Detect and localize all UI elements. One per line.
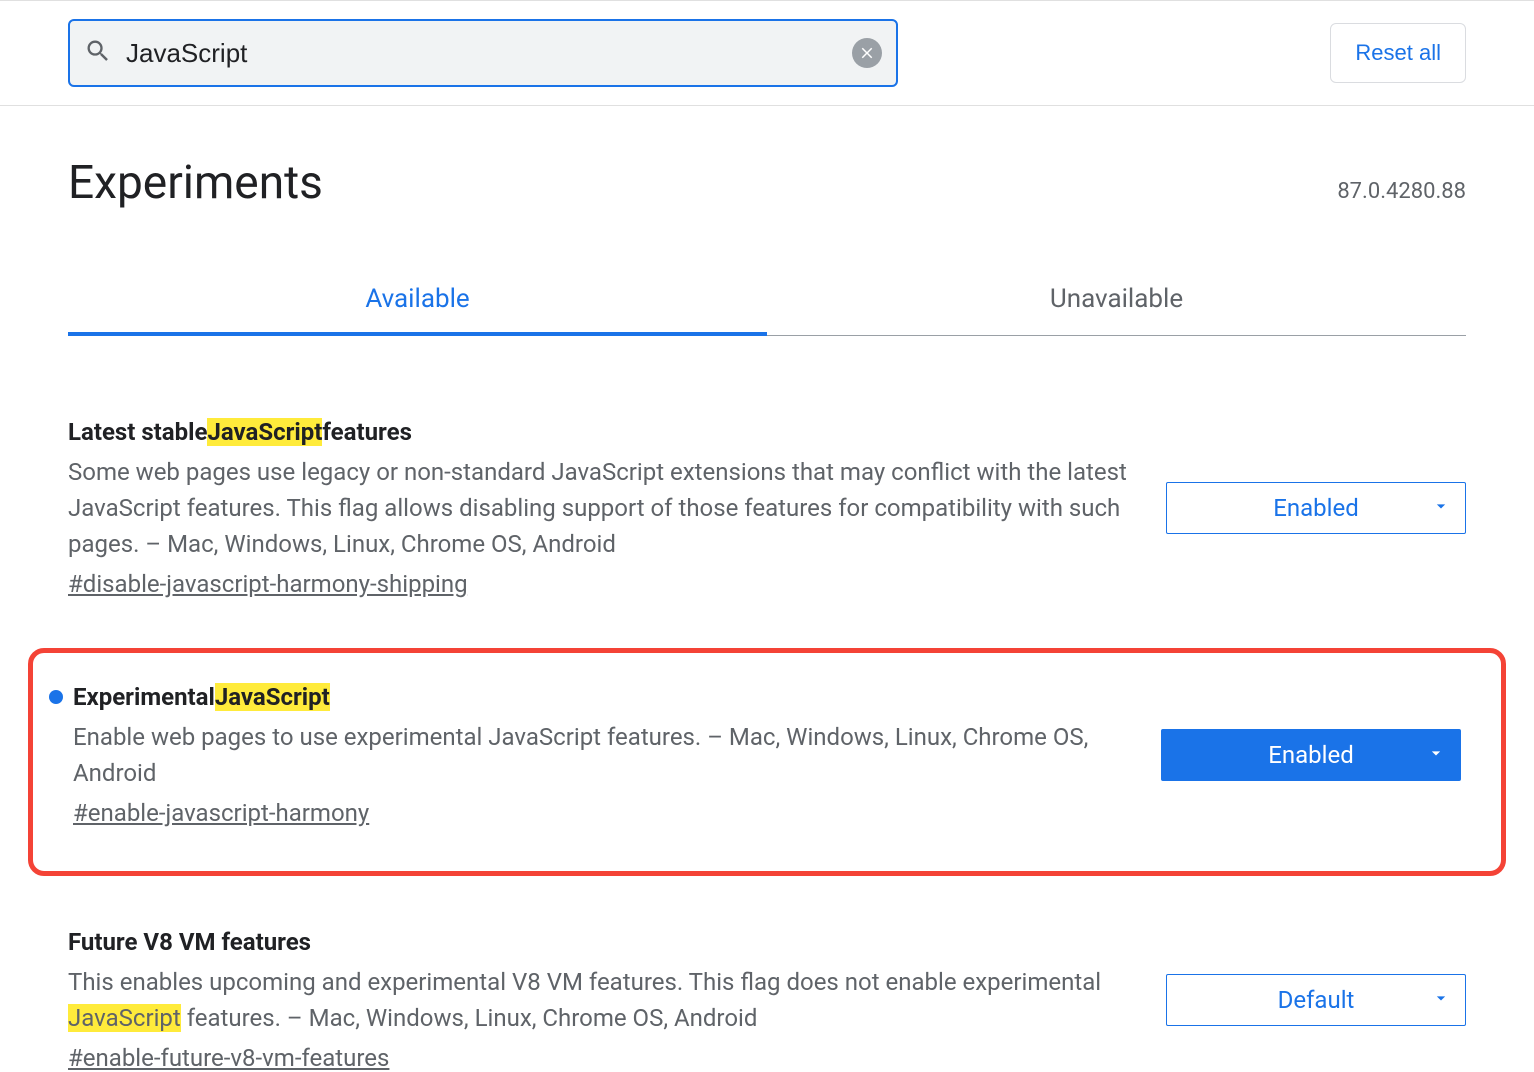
- flags-list: Latest stable JavaScript features Some w…: [68, 396, 1466, 1072]
- flag-link[interactable]: #enable-javascript-harmony: [73, 799, 369, 827]
- search-icon: [84, 37, 112, 69]
- top-bar: Reset all: [0, 0, 1534, 106]
- flag-title-post: features: [322, 418, 412, 446]
- flag-link[interactable]: #enable-future-v8-vm-features: [68, 1044, 389, 1072]
- chevron-down-icon: [1426, 741, 1446, 769]
- flag-select-value: Enabled: [1268, 741, 1354, 769]
- version-label: 87.0.4280.88: [1337, 179, 1466, 204]
- tab-available[interactable]: Available: [68, 266, 767, 336]
- flag-select-value: Enabled: [1273, 494, 1359, 522]
- flag-item: Latest stable JavaScript features Some w…: [68, 396, 1466, 598]
- flag-description: Enable web pages to use experimental Jav…: [73, 719, 1131, 791]
- flag-text: Future V8 VM features This enables upcom…: [68, 928, 1128, 1072]
- flag-text: Latest stable JavaScript features Some w…: [68, 418, 1128, 598]
- flag-select[interactable]: Enabled: [1161, 729, 1461, 781]
- tab-unavailable[interactable]: Unavailable: [767, 266, 1466, 335]
- reset-all-button[interactable]: Reset all: [1330, 23, 1466, 83]
- flag-link[interactable]: #disable-javascript-harmony-shipping: [68, 570, 468, 598]
- clear-search-button[interactable]: [852, 38, 882, 68]
- chevron-down-icon: [1431, 986, 1451, 1014]
- flag-select-value: Default: [1278, 986, 1355, 1014]
- title-row: Experiments 87.0.4280.88: [68, 156, 1466, 210]
- flag-description: Some web pages use legacy or non-standar…: [68, 454, 1128, 562]
- search-input[interactable]: [112, 38, 852, 69]
- flag-select[interactable]: Enabled: [1166, 482, 1466, 534]
- flag-desc-pre: This enables upcoming and experimental V…: [68, 968, 1101, 996]
- content: Experiments 87.0.4280.88 Available Unava…: [0, 156, 1534, 1072]
- flag-title-highlight: JavaScript: [207, 418, 322, 446]
- chevron-down-icon: [1431, 494, 1451, 522]
- flag-item: Experimental JavaScript Enable web pages…: [73, 683, 1461, 827]
- flag-title: Future V8 VM features: [68, 928, 1128, 956]
- flag-title-highlight: JavaScript: [215, 683, 330, 711]
- modified-dot-icon: [49, 690, 63, 704]
- tabs: Available Unavailable: [68, 266, 1466, 336]
- highlight-annotation-box: Experimental JavaScript Enable web pages…: [28, 648, 1506, 876]
- flag-title-pre: Latest stable: [68, 418, 207, 446]
- search-box[interactable]: [68, 19, 898, 87]
- flag-title-pre: Future V8 VM features: [68, 928, 311, 956]
- flag-text: Experimental JavaScript Enable web pages…: [73, 683, 1131, 827]
- flag-select[interactable]: Default: [1166, 974, 1466, 1026]
- flag-title-pre: Experimental: [73, 683, 215, 711]
- flag-desc-post: features. – Mac, Windows, Linux, Chrome …: [181, 1004, 758, 1032]
- flag-description: This enables upcoming and experimental V…: [68, 964, 1128, 1036]
- page-title: Experiments: [68, 156, 323, 210]
- flag-desc-highlight: JavaScript: [68, 1004, 181, 1032]
- flag-item: Future V8 VM features This enables upcom…: [68, 906, 1466, 1072]
- close-icon: [858, 44, 876, 62]
- flag-title: Latest stable JavaScript features: [68, 418, 1128, 446]
- flag-title: Experimental JavaScript: [73, 683, 1131, 711]
